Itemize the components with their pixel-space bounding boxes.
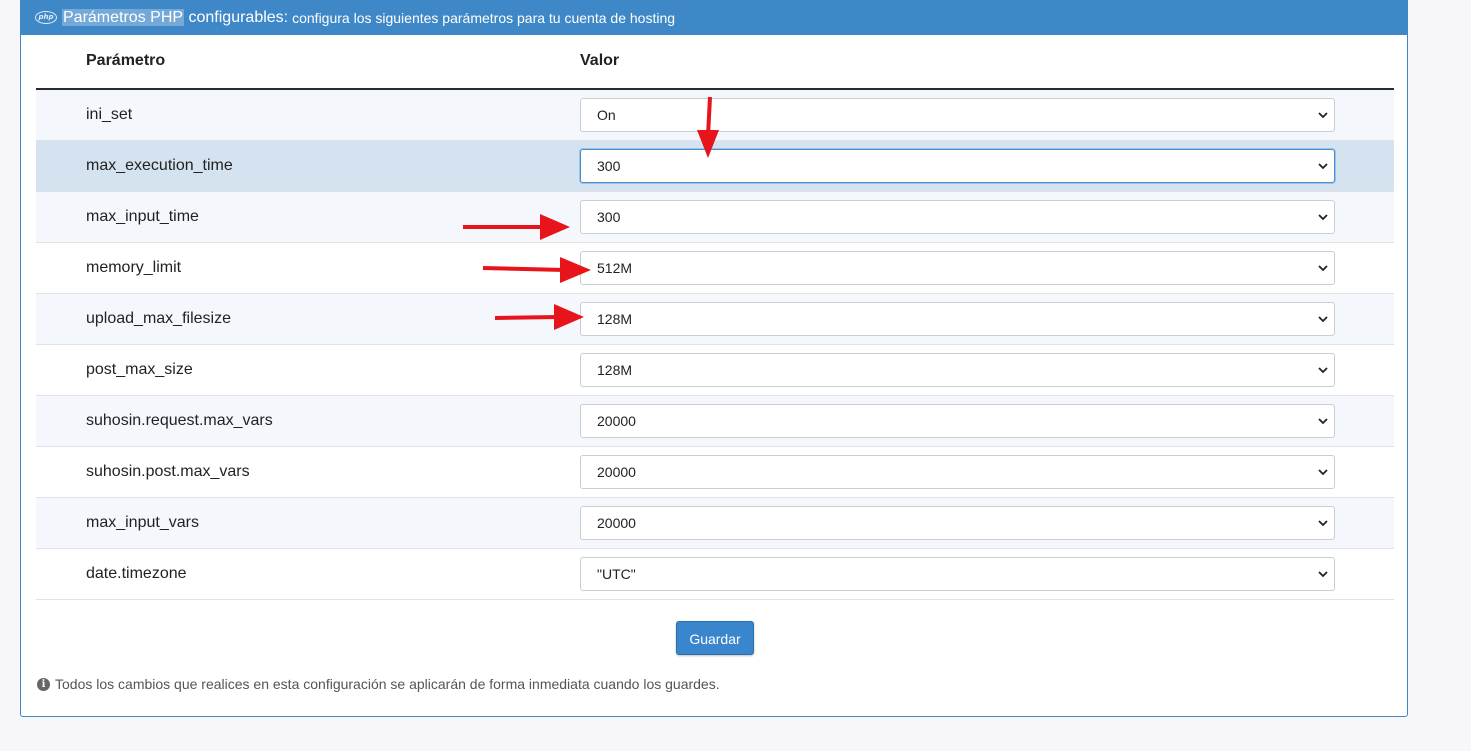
param-value-cell: 512M [580,242,1394,294]
chevron-down-icon [1318,112,1328,119]
param-value-cell: 20000 [580,446,1394,498]
table-row: suhosin.request.max_vars 20000 [36,395,1394,447]
table-row: suhosin.post.max_vars 20000 [36,446,1394,498]
param-value-cell: 20000 [580,395,1394,447]
column-header-param: Parámetro [36,52,580,90]
param-value-select[interactable]: 128M [580,353,1335,387]
chevron-down-icon [1318,367,1328,374]
param-value-select[interactable]: 300 [580,200,1335,234]
table-row: post_max_size 128M [36,344,1394,396]
table-row: ini_set On [36,88,1394,141]
param-value-cell: 300 [580,140,1394,192]
param-value-select[interactable]: 20000 [580,404,1335,438]
select-value: 128M [597,311,633,327]
panel-heading: php Parámetros PHP configurables: config… [21,0,1407,35]
table-row: max_execution_time 300 [36,140,1394,192]
select-value: 300 [597,209,621,225]
select-value: 20000 [597,515,636,531]
param-value-cell: 300 [580,191,1394,243]
table-row: upload_max_filesize 128M [36,293,1394,345]
table-header-row: Parámetro Valor [36,52,1394,90]
param-name: max_execution_time [36,140,580,192]
select-value: On [597,107,616,123]
php-icon: php [35,11,57,24]
panel-title: Parámetros PHP configurables: [62,8,288,28]
table-row: memory_limit 512M [36,242,1394,294]
param-name: suhosin.request.max_vars [36,395,580,447]
panel-subtitle: configura los siguientes parámetros para… [292,9,676,26]
panel-title-highlight: Parámetros PHP [62,8,185,26]
table-row: max_input_vars 20000 [36,497,1394,549]
info-note: i Todos los cambios que realices en esta… [37,676,720,692]
param-name: upload_max_filesize [36,293,580,345]
select-value: 20000 [597,464,636,480]
param-name: max_input_vars [36,497,580,549]
param-value-select[interactable]: 20000 [580,455,1335,489]
chevron-down-icon [1318,316,1328,323]
param-name: suhosin.post.max_vars [36,446,580,498]
param-name: memory_limit [36,242,580,294]
table-row: max_input_time 300 [36,191,1394,243]
param-name: post_max_size [36,344,580,396]
panel-title-rest: configurables: [184,8,289,26]
chevron-down-icon [1318,571,1328,578]
param-value-select[interactable]: On [580,98,1335,132]
param-value-select[interactable]: 512M [580,251,1335,285]
php-params-panel: php Parámetros PHP configurables: config… [20,0,1408,717]
chevron-down-icon [1318,520,1328,527]
param-value-select[interactable]: 128M [580,302,1335,336]
param-name: max_input_time [36,191,580,243]
select-value: "UTC" [597,566,636,582]
param-value-cell: On [580,88,1394,141]
select-value: 512M [597,260,633,276]
params-table: Parámetro Valor ini_set On max_execution_t… [36,52,1394,600]
param-name: date.timezone [36,548,580,600]
select-value: 128M [597,362,633,378]
param-value-cell: 128M [580,344,1394,396]
param-name: ini_set [36,88,580,141]
chevron-down-icon [1318,469,1328,476]
chevron-down-icon [1318,214,1328,221]
info-icon: i [37,677,50,691]
chevron-down-icon [1318,265,1328,272]
table-row: date.timezone "UTC" [36,548,1394,600]
chevron-down-icon [1318,418,1328,425]
param-value-select[interactable]: 20000 [580,506,1335,540]
info-note-text: Todos los cambios que realices en esta c… [55,676,720,692]
select-value: 300 [597,158,621,174]
select-value: 20000 [597,413,636,429]
param-value-cell: 128M [580,293,1394,345]
chevron-down-icon [1318,163,1328,170]
param-value-cell: "UTC" [580,548,1394,600]
param-value-cell: 20000 [580,497,1394,549]
param-value-select[interactable]: "UTC" [580,557,1335,591]
column-header-value: Valor [580,52,1394,90]
param-value-select[interactable]: 300 [580,149,1335,183]
save-button[interactable]: Guardar [676,621,754,655]
